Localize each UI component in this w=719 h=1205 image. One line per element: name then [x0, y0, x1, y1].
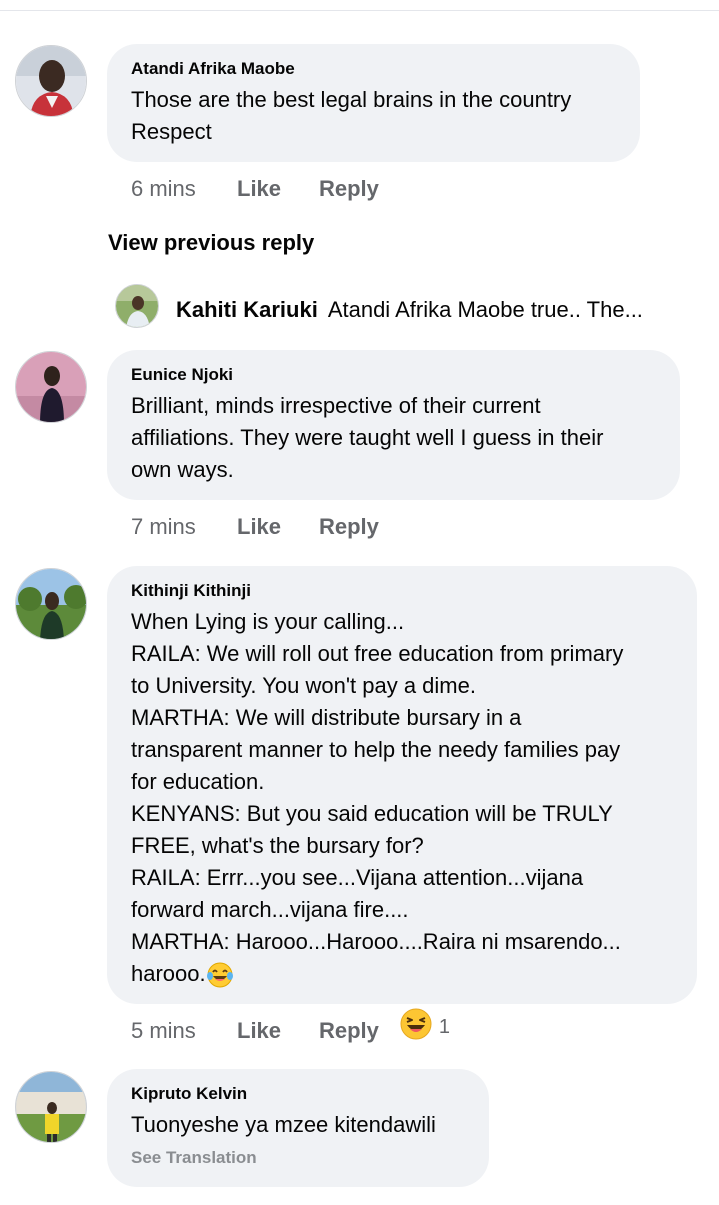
comment-actions: 6 mins Like Reply: [131, 174, 379, 204]
comment-author[interactable]: Kipruto Kelvin: [131, 1083, 465, 1105]
avatar-atandi[interactable]: [15, 45, 87, 117]
reply-preview-text: Atandi Afrika Maobe true.. The...: [327, 297, 643, 322]
avatar-kipruto[interactable]: [15, 1071, 87, 1143]
comment-text: When Lying is your calling... RAILA: We …: [131, 606, 673, 990]
reaction-count: 1: [438, 1015, 451, 1038]
comment-text-body: When Lying is your calling... RAILA: We …: [131, 609, 624, 986]
top-divider: [0, 10, 719, 11]
comment-text: Brilliant, minds irrespective of their c…: [131, 393, 604, 482]
view-previous-reply-link[interactable]: View previous reply: [108, 230, 314, 256]
reply-button[interactable]: Reply: [319, 514, 379, 540]
like-button[interactable]: Like: [237, 176, 319, 202]
like-button[interactable]: Like: [237, 514, 319, 540]
reply-preview-author[interactable]: Kahiti Kariuki: [176, 297, 318, 322]
haha-reaction-icon: [399, 1007, 433, 1047]
tears-of-joy-emoji-icon: [206, 961, 234, 989]
like-button[interactable]: Like: [237, 1018, 319, 1044]
see-translation-link[interactable]: See Translation: [131, 1147, 465, 1169]
comment-time[interactable]: 7 mins: [131, 514, 237, 540]
avatar-kithinji[interactable]: [15, 568, 87, 640]
comment-bubble: Kipruto Kelvin Tuonyeshe ya mzee kitenda…: [107, 1069, 489, 1187]
comment-time[interactable]: 5 mins: [131, 1018, 237, 1044]
comment-text: Those are the best legal brains in the c…: [131, 87, 572, 144]
reply-button[interactable]: Reply: [319, 176, 379, 202]
reaction-summary[interactable]: 1: [399, 1007, 450, 1047]
comment-author[interactable]: Atandi Afrika Maobe: [131, 58, 616, 80]
avatar-kahiti[interactable]: [115, 284, 159, 328]
reply-preview[interactable]: Kahiti Kariuki Atandi Afrika Maobe true..…: [176, 297, 676, 323]
comment-bubble: Kithinji Kithinji When Lying is your cal…: [107, 566, 697, 1004]
comment-bubble: Atandi Afrika Maobe Those are the best l…: [107, 44, 640, 162]
comment-actions: 7 mins Like Reply: [131, 512, 379, 542]
avatar-eunice[interactable]: [15, 351, 87, 423]
reply-button[interactable]: Reply: [319, 1018, 379, 1044]
comment-bubble: Eunice Njoki Brilliant, minds irrespecti…: [107, 350, 680, 500]
comment-author[interactable]: Kithinji Kithinji: [131, 580, 673, 602]
comment-actions: 5 mins Like Reply 1: [131, 1008, 450, 1046]
comment-author[interactable]: Eunice Njoki: [131, 364, 656, 386]
comment-text: Tuonyeshe ya mzee kitendawili: [131, 1112, 436, 1137]
comment-time[interactable]: 6 mins: [131, 176, 237, 202]
